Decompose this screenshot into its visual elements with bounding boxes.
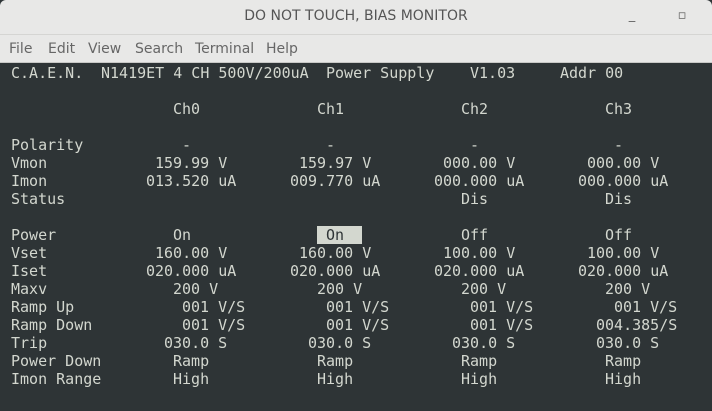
maximize-button[interactable]: ▫ <box>672 6 692 26</box>
parameter-row: Maxv 200 V 200 V 200 V 200 V <box>0 280 712 298</box>
parameter-label: Imon <box>11 172 48 190</box>
parameter-value[interactable]: 020.000 uA <box>146 262 236 280</box>
parameter-row: Ramp Down 001 V/S 001 V/S 001 V/S 004.385/S <box>0 316 712 334</box>
parameter-value[interactable]: 200 V <box>605 280 650 298</box>
parameter-label: Trip <box>11 334 48 352</box>
product: Power Supply <box>326 64 435 82</box>
menu-bar: File Edit View Search Terminal Help <box>0 34 712 63</box>
menu-help[interactable]: Help <box>266 41 298 57</box>
parameter-label: Status <box>11 190 66 208</box>
parameter-row: Polarity - - - - <box>0 136 712 154</box>
channel-label: Ch1 <box>317 100 345 118</box>
parameter-value[interactable]: 200 V <box>173 280 218 298</box>
cursor-selected-value[interactable]: On <box>317 226 363 244</box>
parameter-value[interactable]: 200 V <box>461 280 506 298</box>
title-bar: DO NOT TOUCH, BIAS MONITOR _ ▫ <box>0 0 712 34</box>
parameter-value[interactable]: - <box>614 136 623 154</box>
parameter-value[interactable]: 001 V/S <box>326 316 389 334</box>
model: N1419ET 4 CH 500V/200uA <box>101 64 309 82</box>
parameter-value[interactable]: 001 V/S <box>182 316 245 334</box>
parameter-value[interactable]: - <box>470 136 479 154</box>
parameter-value[interactable]: - <box>182 136 191 154</box>
parameter-value[interactable]: 030.0 S <box>452 334 515 352</box>
parameter-value[interactable]: 001 V/S <box>326 298 389 316</box>
parameter-value[interactable]: Dis <box>605 190 632 208</box>
window-title: DO NOT TOUCH, BIAS MONITOR <box>244 8 468 24</box>
parameter-label: Power Down <box>11 352 102 370</box>
parameter-value[interactable]: 001 V/S <box>614 298 677 316</box>
parameter-value[interactable]: 004.385/S <box>596 316 677 334</box>
parameter-value[interactable]: Ramp <box>173 352 209 370</box>
address: Addr 00 <box>560 64 624 82</box>
parameter-row: Iset 020.000 uA 020.000 uA 020.000 uA 020.00… <box>0 262 712 280</box>
parameter-value[interactable]: 159.97 V <box>299 154 371 172</box>
parameter-value[interactable]: 020.000 uA <box>578 262 668 280</box>
header-line: C.A.E.N. N1419ET 4 CH 500V/200uA Power S… <box>0 64 712 82</box>
channel-header: Ch0 Ch1 Ch2 Ch3 <box>0 100 712 118</box>
parameter-value[interactable]: High <box>317 370 353 388</box>
parameter-value[interactable]: Ramp <box>605 352 641 370</box>
parameter-value[interactable]: 000.00 V <box>443 154 515 172</box>
channel-label: Ch3 <box>605 100 633 118</box>
terminal[interactable]: C.A.E.N. N1419ET 4 CH 500V/200uA Power S… <box>0 64 712 411</box>
parameter-value[interactable]: 160.00 V <box>155 244 227 262</box>
parameter-value[interactable]: 000.000 uA <box>578 172 668 190</box>
parameter-value[interactable]: 001 V/S <box>470 298 533 316</box>
parameter-row: Power Down Ramp Ramp Ramp Ramp <box>0 352 712 370</box>
parameter-value[interactable]: 200 V <box>317 280 362 298</box>
parameter-label: Iset <box>11 262 48 280</box>
parameter-label: Power <box>11 226 57 244</box>
parameter-value[interactable]: 160.00 V <box>299 244 371 262</box>
parameter-value[interactable]: High <box>605 370 641 388</box>
parameter-label: Ramp Up <box>11 298 75 316</box>
parameter-label: Maxv <box>11 280 48 298</box>
parameter-value[interactable]: 030.0 S <box>596 334 659 352</box>
parameter-value[interactable]: 020.000 uA <box>290 262 380 280</box>
parameter-value[interactable]: 000.00 V <box>587 154 659 172</box>
parameter-row: Ramp Up 001 V/S 001 V/S 001 V/S 001 V/S <box>0 298 712 316</box>
channel-label: Ch0 <box>173 100 201 118</box>
parameter-row: Imon 013.520 uA 009.770 uA 000.000 uA 000.00… <box>0 172 712 190</box>
parameter-value[interactable]: 100.00 V <box>443 244 515 262</box>
parameter-value[interactable]: 020.000 uA <box>434 262 524 280</box>
parameter-row: Trip 030.0 S 030.0 S 030.0 S 030.0 S <box>0 334 712 352</box>
parameter-value[interactable]: 100.00 V <box>587 244 659 262</box>
parameter-value[interactable]: 013.520 uA <box>146 172 236 190</box>
parameter-label: Ramp Down <box>11 316 93 334</box>
parameter-value[interactable]: High <box>173 370 209 388</box>
version: V1.03 <box>470 64 516 82</box>
parameter-value[interactable]: 001 V/S <box>470 316 533 334</box>
parameter-value[interactable]: Off <box>605 226 632 244</box>
parameter-row: Imon Range High High High High <box>0 370 712 388</box>
parameter-value[interactable]: 009.770 uA <box>290 172 380 190</box>
parameter-value[interactable]: Ramp <box>317 352 353 370</box>
menu-edit[interactable]: Edit <box>48 41 75 57</box>
parameter-value[interactable]: Dis <box>461 190 488 208</box>
parameter-value[interactable]: 030.0 S <box>164 334 227 352</box>
minimize-button[interactable]: _ <box>622 6 642 26</box>
parameter-value[interactable]: - <box>326 136 335 154</box>
parameter-value[interactable]: 159.99 V <box>155 154 227 172</box>
parameter-label: Vset <box>11 244 48 262</box>
menu-file[interactable]: File <box>9 41 32 57</box>
parameter-label: Polarity <box>11 136 84 154</box>
parameter-row: Status Dis Dis <box>0 190 712 208</box>
parameter-value[interactable]: On <box>173 226 191 244</box>
channel-label: Ch2 <box>461 100 489 118</box>
parameter-label: Imon Range <box>11 370 102 388</box>
parameter-row: Power On On Off Off <box>0 226 712 244</box>
parameter-value[interactable]: 000.000 uA <box>434 172 524 190</box>
parameter-label: Vmon <box>11 154 48 172</box>
parameter-value[interactable]: 030.0 S <box>308 334 371 352</box>
parameter-value[interactable]: Ramp <box>461 352 497 370</box>
menu-search[interactable]: Search <box>135 41 183 57</box>
parameter-value[interactable]: 001 V/S <box>182 298 245 316</box>
parameter-value[interactable]: High <box>461 370 497 388</box>
parameter-row: Vset 160.00 V 160.00 V 100.00 V 100.00 V <box>0 244 712 262</box>
parameter-row: Vmon 159.99 V 159.97 V 000.00 V 000.00 V <box>0 154 712 172</box>
brand: C.A.E.N. <box>11 64 84 82</box>
menu-terminal[interactable]: Terminal <box>195 41 254 57</box>
parameter-value[interactable]: Off <box>461 226 488 244</box>
menu-view[interactable]: View <box>88 41 121 57</box>
